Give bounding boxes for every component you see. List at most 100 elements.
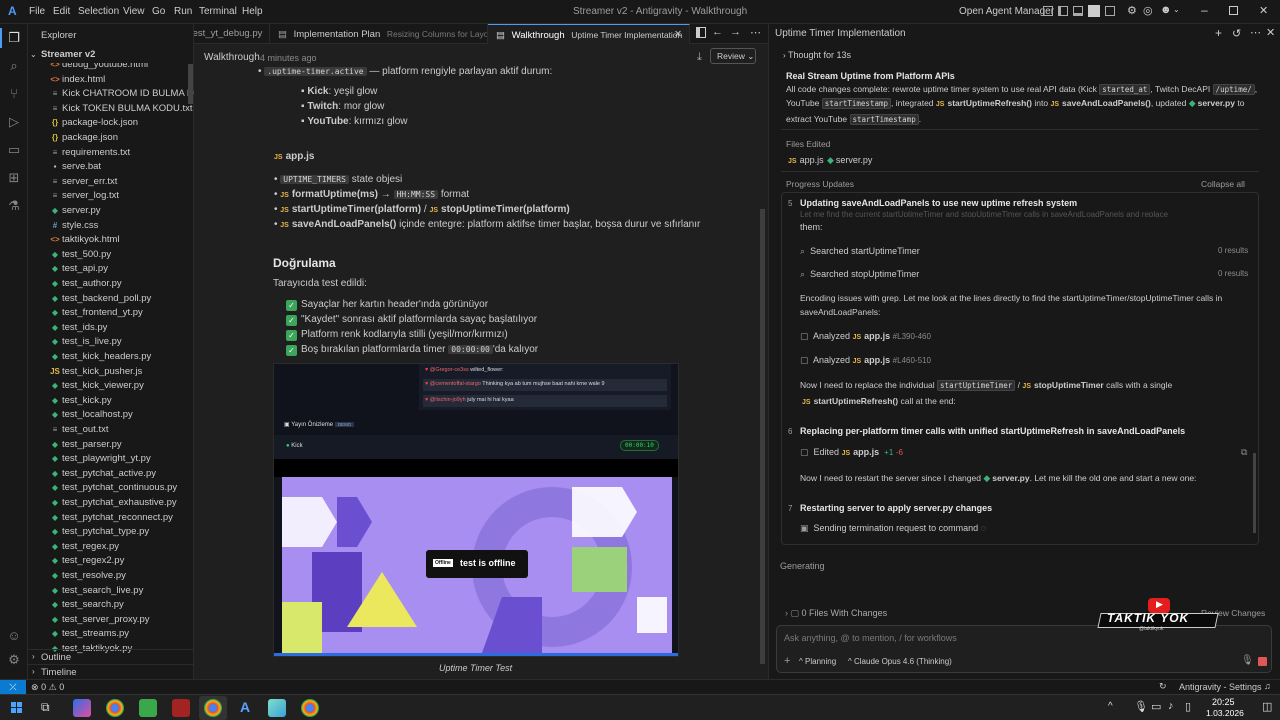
analyzed-step[interactable]: ▢ Analyzed JS app.js #L390-460 <box>800 331 931 342</box>
add-context-icon[interactable]: + <box>784 655 790 667</box>
account-icon[interactable]: ☻ <box>1160 4 1172 16</box>
file-item[interactable]: ◆ test_regex.py <box>28 540 194 555</box>
file-item[interactable]: ◆ test_server_proxy.py <box>28 613 194 628</box>
scrollbar[interactable] <box>1253 453 1256 533</box>
file-item[interactable]: ◆ test_kick_viewer.py <box>28 379 194 394</box>
run-debug-icon[interactable]: ▷ <box>6 114 22 130</box>
menu-go[interactable]: Go <box>152 6 165 17</box>
menu-terminal[interactable]: Terminal <box>199 6 237 17</box>
chevron-up-icon[interactable]: ^ <box>1108 701 1113 712</box>
file-item[interactable]: ◆ test_localhost.py <box>28 408 194 423</box>
file-item[interactable]: ≡ Kick TOKEN BULMA KODU.txt <box>28 102 194 117</box>
file-item[interactable]: ≡ server_err.txt <box>28 175 194 190</box>
file-item[interactable]: ◆ server.py <box>28 204 194 219</box>
file-item[interactable]: <> debug_youtube.html <box>28 63 194 73</box>
file-item[interactable]: ◆ test_api.py <box>28 262 194 277</box>
file-item[interactable]: <> taktikyok.html <box>28 233 194 248</box>
arrow-left-icon[interactable]: ← <box>712 26 723 38</box>
file-item[interactable]: ◆ test_regex2.py <box>28 554 194 569</box>
timeline-section[interactable]: › Timeline <box>28 664 194 679</box>
copilot-icon[interactable] <box>73 699 91 717</box>
file-item[interactable]: ◆ test_ids.py <box>28 321 194 336</box>
tab-walkthrough[interactable]: ▤ Walkthrough Uptime Timer Implementatio… <box>488 24 690 44</box>
notification-center-icon[interactable]: ◫ <box>1262 700 1272 713</box>
file-item[interactable]: ◆ test_500.py <box>28 248 194 263</box>
analyzed-step[interactable]: ▢ Analyzed JS app.js #L460-510 <box>800 355 931 366</box>
accounts-icon[interactable]: ☺ <box>6 628 22 644</box>
antigravity-icon[interactable]: A <box>236 699 254 717</box>
search-step[interactable]: ⌕ Searched stopUptimeTimer <box>800 269 919 280</box>
chrome-icon[interactable] <box>204 699 222 717</box>
microphone-icon[interactable]: 🎙 <box>1241 655 1254 666</box>
notes-app-icon[interactable] <box>268 699 286 717</box>
model-selector[interactable]: ^ Claude Opus 4.6 (Thinking) <box>848 657 952 666</box>
scrollbar[interactable] <box>760 209 765 664</box>
file-item[interactable]: # style.css <box>28 219 194 234</box>
notifications-bell-icon[interactable]: ♫ <box>1264 681 1271 691</box>
layout-icon[interactable] <box>1043 6 1053 16</box>
close-icon[interactable]: ✕ <box>1259 4 1268 17</box>
file-item[interactable]: {} package-lock.json <box>28 116 194 131</box>
files-changes-bar[interactable]: › ▢ 0 Files With Changes <box>785 608 887 619</box>
chevron-down-icon[interactable]: ⌄ <box>1173 5 1180 14</box>
edited-step[interactable]: ▢ Edited JS app.js +1 -6 <box>800 447 903 458</box>
history-icon[interactable]: ↺ <box>1232 27 1241 40</box>
settings-gear-icon[interactable]: ⚙ <box>1127 4 1137 17</box>
file-item[interactable]: ▪ serve.bat <box>28 160 194 175</box>
customize-layout-icon[interactable] <box>1105 6 1115 16</box>
settings-status[interactable]: Antigravity - Settings <box>1179 682 1262 692</box>
notifications-icon[interactable]: ◎ <box>1143 4 1153 17</box>
file-item[interactable]: ≡ Kick CHATROOM ID BULMA KO... <box>28 87 194 102</box>
panel-toggle-icon[interactable] <box>1073 6 1083 16</box>
battery-icon[interactable]: ▯ <box>1185 700 1191 713</box>
tab-test-yt-debug[interactable]: test_yt_debug.py <box>194 24 270 44</box>
search-icon[interactable]: ⌕ <box>6 58 22 74</box>
remote-icon[interactable]: ▭ <box>6 142 22 158</box>
review-button[interactable]: Review ⌄ <box>710 48 756 64</box>
minimize-icon[interactable]: – <box>1201 3 1208 17</box>
file-item[interactable]: ◆ test_pytchat_active.py <box>28 467 194 482</box>
menu-file[interactable]: File <box>29 6 45 17</box>
file-item[interactable]: ◆ test_kick_headers.py <box>28 350 194 365</box>
volume-icon[interactable]: ♪ <box>1168 700 1174 712</box>
windows-start-icon[interactable] <box>11 702 23 714</box>
file-item[interactable]: ◆ test_backend_poll.py <box>28 292 194 307</box>
manage-gear-icon[interactable]: ⚙ <box>6 652 22 668</box>
file-item[interactable]: ≡ test_out.txt <box>28 423 194 438</box>
file-item[interactable]: <> index.html <box>28 73 194 88</box>
chat-input[interactable]: Ask anything, @ to mention, / for workfl… <box>784 633 957 643</box>
chevron-down-icon[interactable]: ⌄ <box>30 50 37 59</box>
close-tab-icon[interactable]: ✕ <box>674 25 682 44</box>
command-step[interactable]: ▣ Sending termination request to command… <box>800 523 986 534</box>
maximize-icon[interactable] <box>1229 6 1238 15</box>
scrollbar[interactable] <box>188 64 193 104</box>
menu-run[interactable]: Run <box>174 6 192 17</box>
sidebar-toggle-icon[interactable] <box>1058 6 1068 16</box>
secondary-sidebar-toggle-icon[interactable] <box>1088 5 1100 17</box>
collapse-all-button[interactable]: Collapse all <box>1201 179 1245 189</box>
file-item[interactable]: ◆ test_streams.py <box>28 627 194 642</box>
arrow-right-icon[interactable]: → <box>730 26 741 38</box>
menu-selection[interactable]: Selection <box>78 6 119 17</box>
split-editor-icon[interactable] <box>696 27 706 38</box>
file-item[interactable]: ◆ test_resolve.py <box>28 569 194 584</box>
menu-view[interactable]: View <box>123 6 145 17</box>
close-panel-icon[interactable]: ✕ <box>1266 26 1275 39</box>
file-item[interactable]: ◆ test_kick.py <box>28 394 194 409</box>
game-app-icon[interactable] <box>172 699 190 717</box>
more-actions-icon[interactable]: ⋯ <box>750 26 761 39</box>
clock-time[interactable]: 20:25 <box>1212 697 1235 707</box>
file-item[interactable]: ◆ test_pytchat_type.py <box>28 525 194 540</box>
tab-implementation-plan[interactable]: ▤ Implementation Plan Resizing Columns f… <box>270 24 488 44</box>
file-item[interactable]: ◆ test_author.py <box>28 277 194 292</box>
file-item[interactable]: JS test_kick_pusher.js <box>28 365 194 380</box>
menu-help[interactable]: Help <box>242 6 263 17</box>
menu-edit[interactable]: Edit <box>53 6 70 17</box>
stop-icon[interactable] <box>1258 657 1267 666</box>
copy-icon[interactable]: ⧉ <box>1241 447 1247 458</box>
file-item[interactable]: ◆ test_pytchat_reconnect.py <box>28 511 194 526</box>
open-agent-manager-button[interactable]: Open Agent Manager <box>959 6 1054 17</box>
network-icon[interactable]: ▭ <box>1151 700 1161 713</box>
search-step[interactable]: ⌕ Searched startUptimeTimer <box>800 246 920 257</box>
file-item[interactable]: ◆ test_playwright_yt.py <box>28 452 194 467</box>
